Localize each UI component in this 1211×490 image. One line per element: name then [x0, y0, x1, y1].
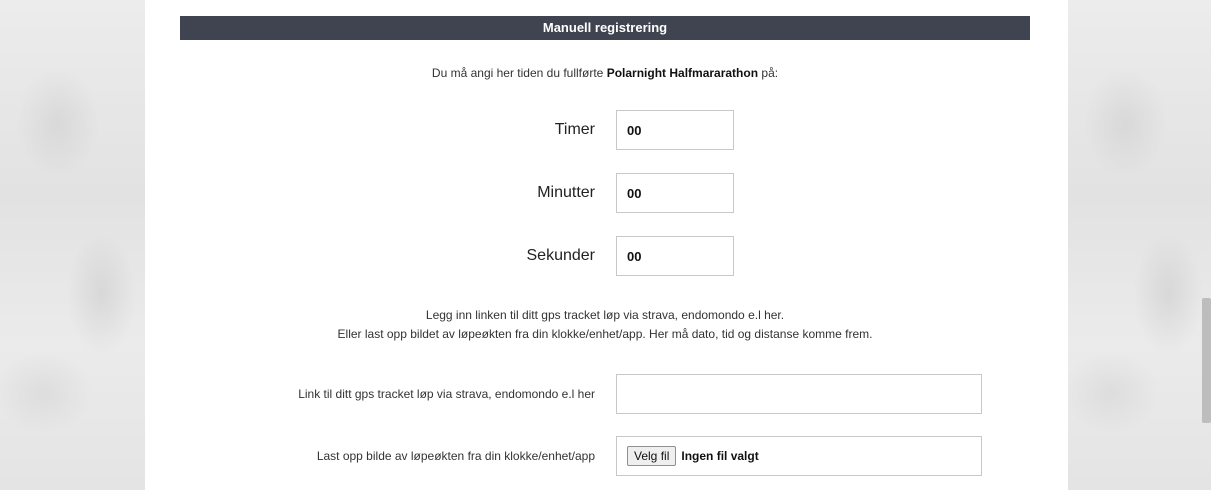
event-name: Polarnight Halfmararathon	[606, 66, 759, 80]
link-label: Link til ditt gps tracket løp via strava…	[298, 387, 595, 401]
minutes-row: Minutter	[180, 173, 1030, 213]
minutes-input[interactable]	[616, 173, 734, 213]
instructions-line-1: Legg inn linken til ditt gps tracket løp…	[425, 308, 785, 322]
link-row: Link til ditt gps tracket løp via strava…	[180, 374, 1030, 414]
file-status-text: Ingen fil valgt	[681, 449, 759, 463]
seconds-label: Sekunder	[526, 247, 596, 264]
right-background-photo	[1068, 0, 1211, 490]
hours-input[interactable]	[616, 110, 734, 150]
minutes-label: Minutter	[537, 184, 595, 201]
hours-label: Timer	[554, 121, 595, 138]
left-background-photo	[0, 0, 145, 490]
intro-text: Du må angi her tiden du fullførte Polarn…	[180, 66, 1030, 80]
intro-prefix: Du må angi her tiden du fullførte	[431, 66, 604, 80]
file-upload-field[interactable]: Velg fil Ingen fil valgt	[616, 436, 982, 476]
page-scrollbar[interactable]	[1202, 298, 1211, 423]
instructions-text: Legg inn linken til ditt gps tracket løp…	[180, 306, 1030, 344]
instructions-line-2: Eller last opp bildet av løpeøkten fra d…	[337, 327, 873, 341]
seconds-row: Sekunder	[180, 236, 1030, 276]
gps-link-input[interactable]	[616, 374, 982, 414]
hours-row: Timer	[180, 110, 1030, 150]
seconds-input[interactable]	[616, 236, 734, 276]
intro-suffix: på:	[761, 66, 779, 80]
panel-title: Manuell registrering	[180, 16, 1030, 40]
manual-registration-panel: Manuell registrering Du må angi her tide…	[180, 16, 1030, 490]
upload-label: Last opp bilde av løpeøkten fra din klok…	[316, 449, 595, 463]
choose-file-button[interactable]: Velg fil	[627, 446, 677, 466]
upload-row: Last opp bilde av løpeøkten fra din klok…	[180, 436, 1030, 476]
